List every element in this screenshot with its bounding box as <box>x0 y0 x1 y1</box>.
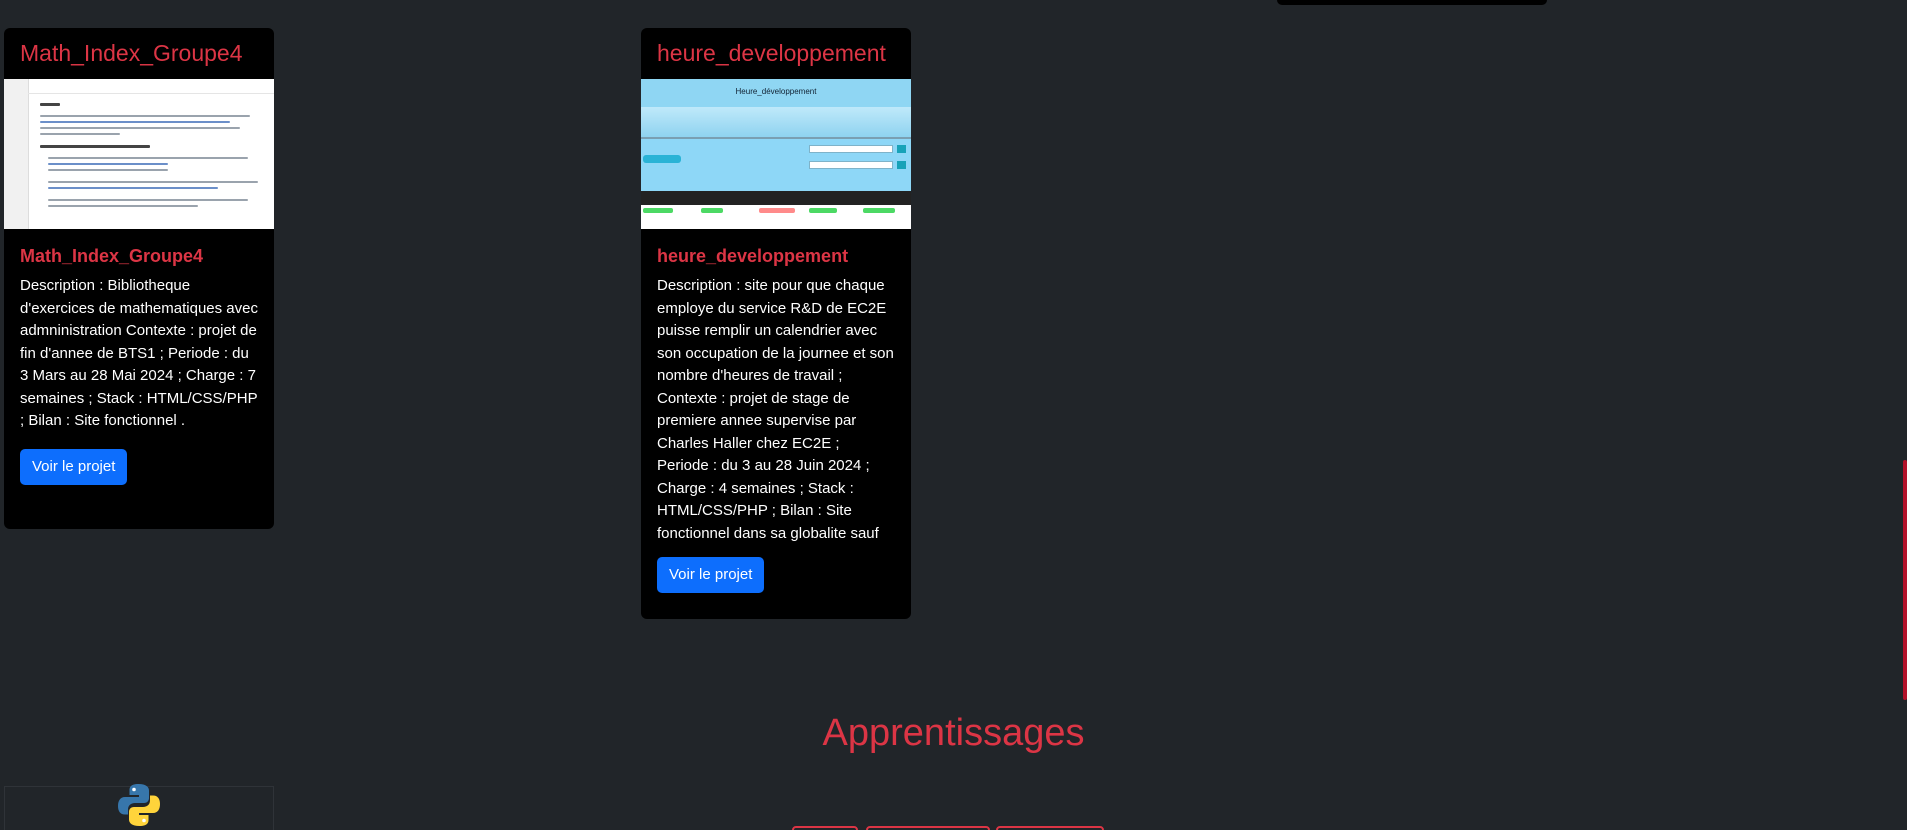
view-project-button[interactable]: Voir le projet <box>657 557 765 593</box>
project-title: heure_developpement <box>657 246 849 266</box>
view-project-button[interactable]: Voir le projet <box>20 449 128 485</box>
card-header: Math_Index_Groupe4 <box>20 40 243 66</box>
previous-card-bottom <box>1277 0 1547 5</box>
thumbnail-title: Heure_développement <box>735 87 817 96</box>
project-card-heure-developpement: heure_developpement Heure_développement … <box>641 28 911 619</box>
page: Math_Index_Groupe4 Math_Index_Groupe4 De… <box>0 0 1907 830</box>
card-header: heure_developpement <box>657 40 886 66</box>
project-card-math-index: Math_Index_Groupe4 Math_Index_Groupe4 De… <box>4 28 274 529</box>
project-screenshot <box>4 79 274 229</box>
project-description: Description : Bibliotheque d'exercices d… <box>20 277 258 429</box>
scrollbar-thumb[interactable] <box>1903 460 1907 700</box>
project-description: Description : site pour que chaque emplo… <box>657 277 894 542</box>
filter-button[interactable] <box>866 826 990 830</box>
card-body: Math_Index_Groupe4 Description : Bibliot… <box>4 229 274 501</box>
filter-button[interactable] <box>792 826 858 830</box>
project-title: Math_Index_Groupe4 <box>20 246 204 266</box>
section-title-apprentissages: Apprentissages <box>822 712 1085 754</box>
filter-button[interactable] <box>996 826 1104 830</box>
project-screenshot: Heure_développement <box>641 79 911 229</box>
python-icon <box>118 784 160 826</box>
card-body: heure_developpement Description : site p… <box>641 229 911 609</box>
